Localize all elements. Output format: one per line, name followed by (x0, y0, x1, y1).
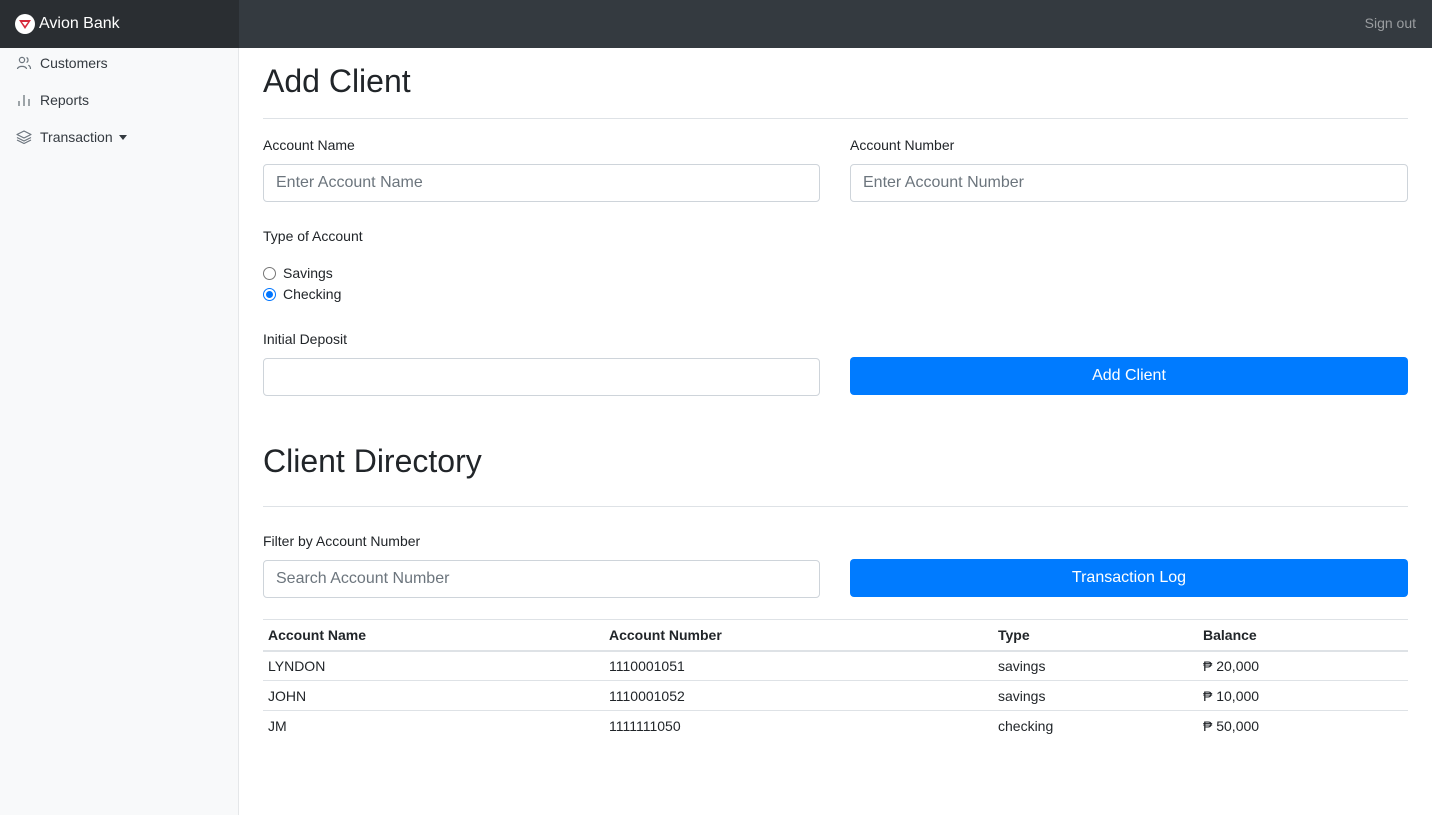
cell-type: checking (993, 710, 1198, 741)
savings-radio[interactable] (263, 266, 276, 280)
cell-balance: ₱ 20,000 (1203, 657, 1260, 674)
table-row: JM 1111111050 checking ₱ 50,000 (263, 710, 1408, 741)
sidebar-item-customers[interactable]: Customers (16, 51, 108, 75)
column-header: Account Name (263, 619, 604, 652)
transaction-log-button[interactable]: Transaction Log (850, 559, 1408, 597)
sign-out-link[interactable]: Sign out (1365, 15, 1416, 31)
table-header-row: Account Name Account Number Type Balance (263, 619, 1408, 652)
column-header: Account Number (604, 619, 993, 652)
avion-logo-icon (15, 14, 35, 34)
column-header: Balance (1198, 619, 1408, 652)
cell-type: savings (998, 657, 1046, 674)
cell-balance: ₱ 50,000 (1198, 710, 1408, 741)
sidebar-item-label: Customers (40, 55, 108, 71)
table-row: JOHN 1110001052 savings ₱ 10,000 (263, 680, 1408, 711)
filter-label: Filter by Account Number (263, 533, 421, 549)
divider (263, 506, 1408, 507)
radio-option-savings[interactable]: Savings (263, 265, 333, 281)
divider (263, 118, 1408, 119)
cell-account-name: JM (263, 710, 604, 741)
cell-account-name: LYNDON (268, 657, 326, 674)
cell-account-number: 1111111050 (604, 710, 993, 741)
sidebar-item-transaction[interactable]: Transaction (16, 125, 127, 149)
sidebar-item-label: Transaction (40, 129, 113, 145)
account-name-label: Account Name (263, 137, 355, 153)
account-number-input[interactable] (850, 164, 1408, 202)
cell-balance: ₱ 10,000 (1198, 680, 1408, 711)
radio-label: Savings (283, 265, 333, 281)
cell-account-number: 1110001052 (604, 680, 993, 711)
account-type-label: Type of Account (263, 228, 363, 244)
initial-deposit-input[interactable] (263, 358, 820, 396)
sidebar: Customers Reports Transaction (0, 48, 239, 815)
initial-deposit-label: Initial Deposit (263, 331, 348, 347)
account-name-input[interactable] (263, 164, 820, 202)
layers-icon (16, 129, 32, 145)
account-number-label: Account Number (850, 137, 955, 153)
search-account-input[interactable] (263, 560, 820, 598)
top-navbar: Avion Bank Sign out (0, 0, 1432, 48)
column-header: Type (993, 619, 1198, 652)
users-icon (16, 55, 32, 71)
add-client-title: Add Client (263, 63, 411, 99)
checking-radio[interactable] (263, 287, 276, 301)
radio-option-checking[interactable]: Checking (263, 286, 341, 302)
bar-chart-icon (16, 92, 32, 108)
brand[interactable]: Avion Bank (0, 0, 239, 48)
cell-type: savings (993, 680, 1198, 711)
caret-down-icon (118, 135, 127, 140)
brand-name: Avion Bank (39, 15, 120, 32)
radio-label: Checking (283, 286, 342, 302)
add-client-button[interactable]: Add Client (850, 357, 1408, 395)
client-directory-title: Client Directory (263, 443, 482, 479)
sidebar-item-label: Reports (40, 92, 90, 108)
table-row: LYNDON 1110001051 savings ₱ 20,000 (263, 651, 1408, 681)
sidebar-item-reports[interactable]: Reports (16, 88, 89, 112)
cell-account-number: 1110001051 (609, 657, 685, 674)
client-table: Account Name Account Number Type Balance… (263, 619, 1408, 741)
cell-account-name: JOHN (263, 680, 604, 711)
